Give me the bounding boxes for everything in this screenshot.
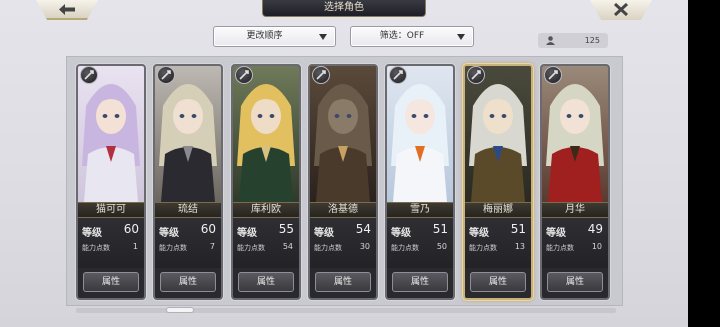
character-stats: 等级 55 能力点数 54 (233, 218, 299, 268)
attributes-button[interactable]: 属性 (315, 272, 371, 292)
scrollbar-thumb[interactable] (166, 307, 194, 313)
level-label: 等级 (159, 228, 179, 239)
level-value: 51 (510, 222, 526, 236)
arrow-left-icon (59, 4, 75, 15)
sort-dropdown-label: 更改顺序 (246, 31, 283, 41)
class-icon (80, 66, 98, 84)
level-value: 60 (200, 222, 216, 236)
character-card[interactable]: 月华 等级 49 能力点数 10 属性 (540, 64, 610, 300)
attributes-button[interactable]: 属性 (470, 272, 526, 292)
ability-points-value: 30 (359, 242, 370, 251)
close-button[interactable] (590, 0, 652, 20)
character-portrait (155, 66, 221, 202)
screen-edge-bar (688, 0, 720, 327)
class-icon (157, 66, 175, 84)
ability-points-label: 能力点数 (314, 244, 342, 252)
attributes-button[interactable]: 属性 (547, 272, 603, 292)
attributes-button[interactable]: 属性 (392, 272, 448, 292)
character-portrait (465, 66, 531, 202)
class-icon (235, 66, 253, 84)
caret-down-icon (457, 34, 465, 40)
character-stats: 等级 49 能力点数 10 (542, 218, 608, 268)
ability-points-label: 能力点数 (82, 244, 110, 252)
level-value: 49 (587, 222, 603, 236)
ability-points-label: 能力点数 (159, 244, 187, 252)
character-name: 猫可可 (78, 202, 144, 218)
level-value: 54 (355, 222, 371, 236)
character-portrait (310, 66, 376, 202)
attributes-button[interactable]: 属性 (83, 272, 139, 292)
sort-dropdown[interactable]: 更改顺序 (213, 26, 336, 47)
ability-points-value: 54 (282, 242, 293, 251)
level-label: 等级 (237, 228, 257, 239)
ability-points-value: 7 (209, 242, 215, 251)
character-card[interactable]: 琉结 等级 60 能力点数 7 属性 (153, 64, 223, 300)
character-portrait (542, 66, 608, 202)
character-name: 月华 (542, 202, 608, 218)
character-portrait (387, 66, 453, 202)
character-name: 洛基德 (310, 202, 376, 218)
character-stats: 等级 60 能力点数 1 (78, 218, 144, 268)
attributes-button[interactable]: 属性 (238, 272, 294, 292)
character-stats: 等级 54 能力点数 30 (310, 218, 376, 268)
person-icon (546, 36, 555, 45)
horizontal-scrollbar[interactable] (76, 308, 616, 313)
page-title: 选择角色 (262, 0, 426, 17)
character-card[interactable]: 猫可可 等级 60 能力点数 1 属性 (76, 64, 146, 300)
filter-dropdown-label: 筛选：OFF (379, 31, 425, 41)
class-icon (312, 66, 330, 84)
character-card[interactable]: 库利欧 等级 55 能力点数 54 属性 (231, 64, 301, 300)
character-stats: 等级 51 能力点数 13 (465, 218, 531, 268)
level-value: 51 (432, 222, 448, 236)
level-label: 等级 (391, 228, 411, 239)
character-name: 梅丽娜 (465, 202, 531, 218)
roster-count: 125 (538, 33, 608, 48)
class-icon (544, 66, 562, 84)
class-icon (389, 66, 407, 84)
character-name: 库利欧 (233, 202, 299, 218)
ability-points-value: 50 (436, 242, 447, 251)
level-value: 55 (278, 222, 294, 236)
game-screen: 选择角色 更改顺序 筛选：OFF 125 猫可可 等级 60 能力点数 1 属性… (0, 0, 688, 327)
level-label: 等级 (314, 228, 334, 239)
class-icon (467, 66, 485, 84)
character-portrait (78, 66, 144, 202)
ability-points-value: 1 (132, 242, 138, 251)
character-portrait (233, 66, 299, 202)
character-name: 雪乃 (387, 202, 453, 218)
character-card[interactable]: 梅丽娜 等级 51 能力点数 13 属性 (463, 64, 533, 300)
ability-points-label: 能力点数 (391, 244, 419, 252)
character-card[interactable]: 雪乃 等级 51 能力点数 50 属性 (385, 64, 455, 300)
close-icon (614, 3, 628, 16)
character-name: 琉结 (155, 202, 221, 218)
roster-count-value: 125 (584, 36, 600, 45)
filter-dropdown[interactable]: 筛选：OFF (350, 26, 474, 47)
ability-points-label: 能力点数 (546, 244, 574, 252)
level-value: 60 (123, 222, 139, 236)
ability-points-label: 能力点数 (469, 244, 497, 252)
level-label: 等级 (469, 228, 489, 239)
back-button[interactable] (36, 0, 98, 20)
ability-points-label: 能力点数 (237, 244, 265, 252)
character-card[interactable]: 洛基德 等级 54 能力点数 30 属性 (308, 64, 378, 300)
ability-points-value: 10 (591, 242, 602, 251)
ability-points-value: 13 (514, 242, 525, 251)
character-stats: 等级 51 能力点数 50 (387, 218, 453, 268)
level-label: 等级 (546, 228, 566, 239)
caret-down-icon (319, 34, 327, 40)
character-stats: 等级 60 能力点数 7 (155, 218, 221, 268)
attributes-button[interactable]: 属性 (160, 272, 216, 292)
level-label: 等级 (82, 228, 102, 239)
